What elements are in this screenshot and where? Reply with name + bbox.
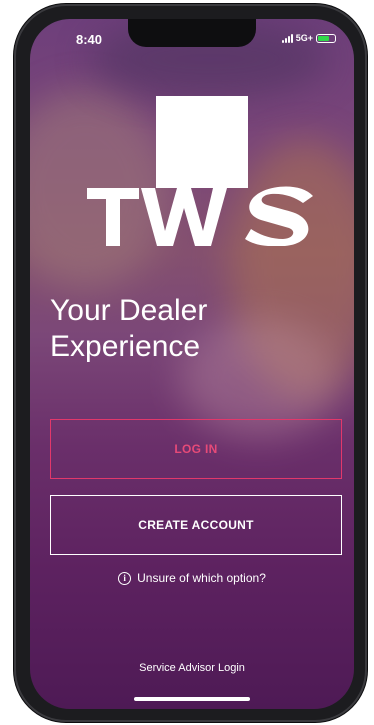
- network-label: 5G+: [295, 33, 313, 43]
- status-time: 8:40: [76, 32, 103, 47]
- phone-volume-up: [16, 160, 19, 200]
- phone-volume-down: [16, 210, 19, 250]
- headline-line-1: Your Dealer: [50, 294, 208, 327]
- headline-line-2: Experience: [50, 330, 201, 363]
- service-advisor-login-link[interactable]: Service Advisor Login: [30, 662, 354, 674]
- help-text: Unsure of which option?: [137, 571, 266, 585]
- signal-icon: [281, 33, 293, 43]
- info-icon: i: [118, 571, 132, 585]
- home-indicator: [134, 697, 250, 701]
- app-screen: 8:40 5G+ Your Dealer Experience LOG IN C…: [30, 19, 354, 709]
- login-button[interactable]: LOG IN: [50, 419, 342, 479]
- phone-side-button: [16, 122, 19, 144]
- battery-icon: [316, 33, 336, 43]
- status-icons: 5G+: [281, 33, 336, 43]
- create-account-button[interactable]: CREATE ACCOUNT: [50, 495, 342, 555]
- help-link[interactable]: i Unsure of which option?: [30, 571, 354, 585]
- page-title: Your Dealer Experience: [50, 293, 207, 365]
- phone-notch: [128, 19, 256, 47]
- tws-logo: [87, 96, 313, 246]
